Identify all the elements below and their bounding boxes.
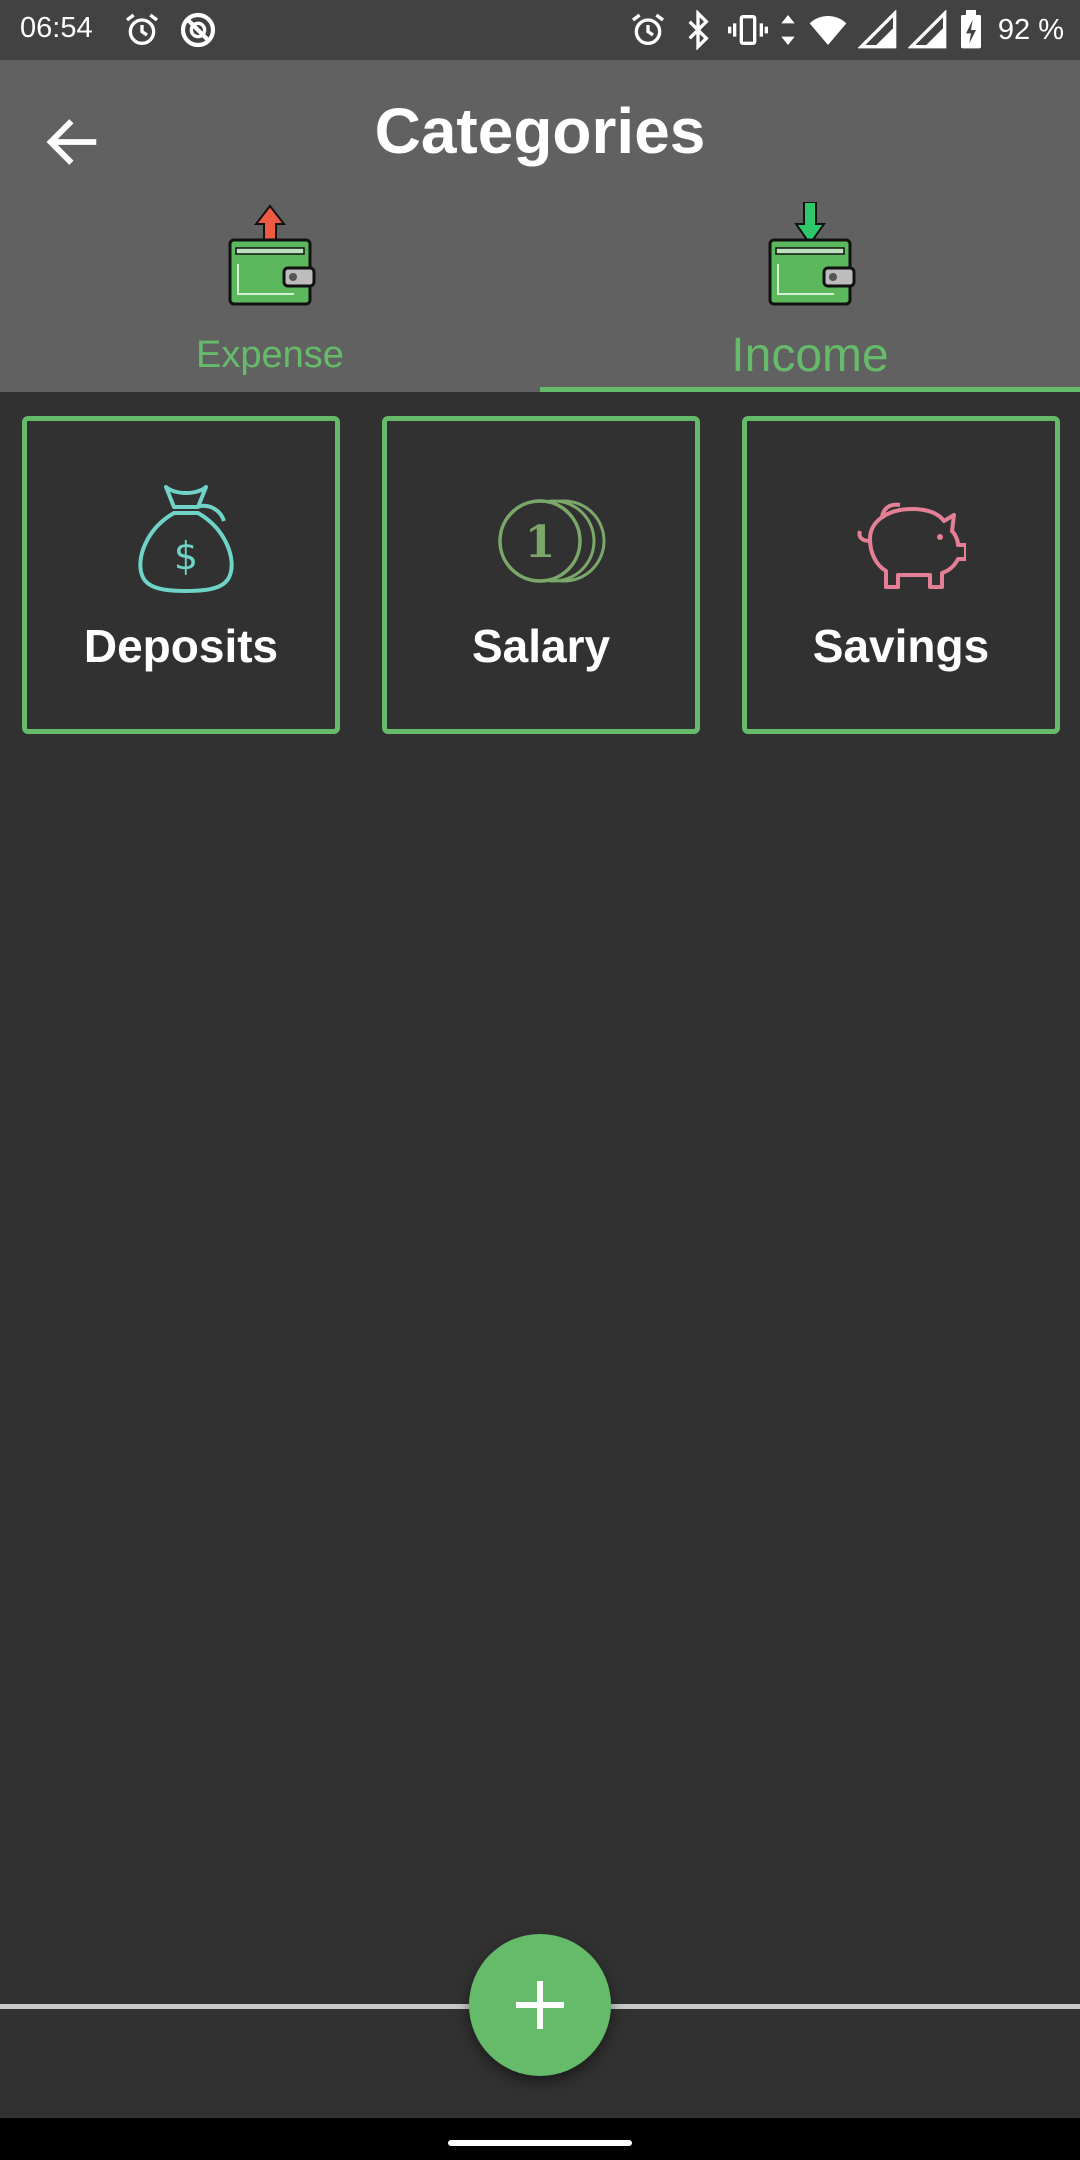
battery-percent: 92 % [997,13,1064,46]
signal-icon [907,10,947,49]
page-title: Categories [374,95,706,167]
system-nav-bar [0,2118,1080,2160]
category-label: Savings [812,620,990,672]
alarm-icon [126,13,158,45]
status-left-icons [122,10,218,50]
signal-icon [857,10,897,49]
app-bar: Categories Expense Income [0,60,1080,392]
category-label: Deposits [83,620,279,672]
wifi-icon [809,16,847,45]
category-card-deposits[interactable]: $ Deposits [22,416,340,734]
svg-text:$: $ [174,534,198,578]
category-label: Salary [471,620,611,672]
add-category-button[interactable] [469,1934,611,2076]
tab-income[interactable]: Income [540,200,1080,392]
tab-selected-indicator [540,387,1080,392]
coins-icon: 1 [498,499,606,583]
category-card-savings[interactable]: Savings [742,416,1060,734]
bluetooth-icon [688,10,709,50]
home-indicator[interactable] [448,2140,632,2146]
status-time: 06:54 [20,12,93,44]
do-not-disturb-icon [180,12,216,48]
battery-charging-icon [960,10,981,49]
tab-expense[interactable]: Expense [0,200,540,392]
alarm-icon [631,13,664,45]
status-right-icons: 92 % [628,10,1064,50]
category-card-salary[interactable]: 1 Salary [382,416,700,734]
tab-label: Income [731,329,889,382]
data-arrows-icon [781,15,795,45]
wallet-income-icon [768,202,856,306]
piggy-bank-icon [857,502,966,589]
money-bag-icon: $ [138,485,234,594]
wallet-expense-icon [228,204,316,306]
plus-icon [516,1981,564,2029]
status-bar: 06:54 92 % [0,0,1080,60]
tab-label: Expense [196,334,344,376]
svg-text:1: 1 [525,517,556,568]
vibrate-icon [727,15,768,45]
